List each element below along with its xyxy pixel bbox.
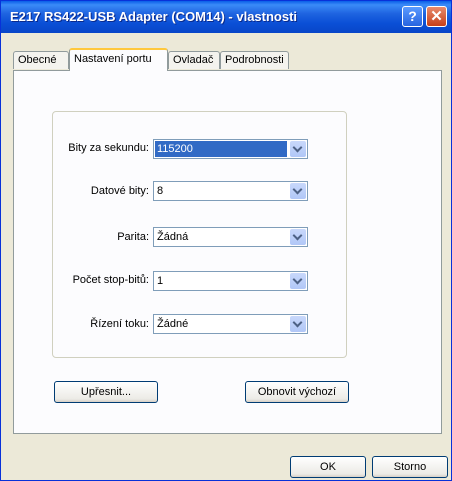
close-icon: ✕ — [430, 8, 443, 25]
properties-dialog: E217 RS422-USB Adapter (COM14) - vlastno… — [0, 0, 452, 481]
chevron-down-icon[interactable] — [290, 183, 306, 199]
flow-control-label: Řízení toku: — [90, 318, 149, 330]
tab-general[interactable]: Obecné — [13, 51, 69, 69]
bits-per-second-select[interactable]: 115200 — [153, 139, 308, 159]
stop-bits-value: 1 — [157, 275, 164, 287]
restore-defaults-button[interactable]: Obnovit výchozí — [245, 381, 349, 403]
window-title: E217 RS422-USB Adapter (COM14) - vlastno… — [10, 9, 298, 24]
chevron-down-icon[interactable] — [290, 141, 306, 157]
cancel-button[interactable]: Storno — [372, 456, 448, 478]
ok-button[interactable]: OK — [290, 456, 366, 478]
close-button[interactable]: ✕ — [426, 6, 447, 27]
parity-value: Žádná — [157, 231, 189, 243]
help-button[interactable]: ? — [402, 6, 423, 27]
data-bits-value: 8 — [157, 185, 164, 197]
bits-per-second-value: 115200 — [155, 141, 287, 157]
chevron-down-icon[interactable] — [290, 316, 306, 332]
parity-select[interactable]: Žádná — [153, 227, 308, 247]
chevron-down-icon[interactable] — [290, 273, 306, 289]
data-bits-select[interactable]: 8 — [153, 181, 308, 201]
data-bits-label: Datové bity: — [90, 185, 149, 197]
flow-control-value: Žádné — [157, 318, 189, 330]
tab-driver[interactable]: Ovladač — [168, 51, 220, 69]
stop-bits-label: Počet stop-bitů: — [72, 274, 149, 286]
parity-label: Parita: — [117, 231, 149, 243]
title-bar[interactable]: E217 RS422-USB Adapter (COM14) - vlastno… — [1, 1, 451, 33]
flow-control-select[interactable]: Žádné — [153, 314, 308, 334]
chevron-down-icon[interactable] — [290, 229, 306, 245]
tab-port-settings[interactable]: Nastavení portu — [69, 48, 168, 71]
bits-per-second-label: Bity za sekundu: — [68, 142, 149, 154]
advanced-button[interactable]: Upřesnit... — [54, 381, 158, 403]
help-icon: ? — [408, 8, 417, 24]
stop-bits-select[interactable]: 1 — [153, 271, 308, 291]
tab-details[interactable]: Podrobnosti — [220, 51, 289, 69]
